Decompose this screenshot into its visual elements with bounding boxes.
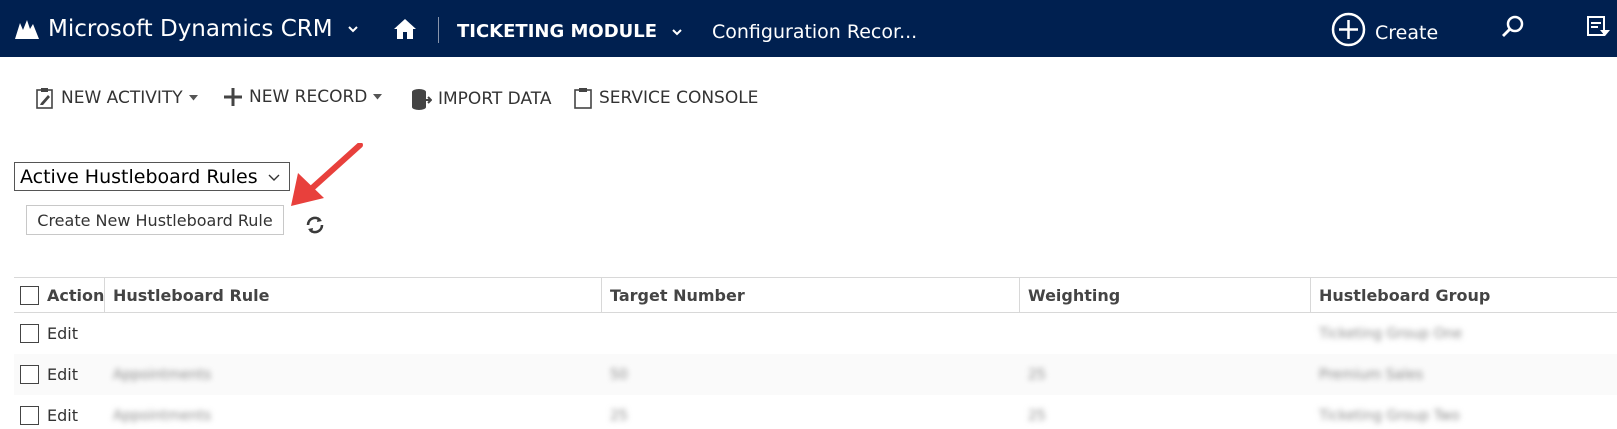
import-data-label: IMPORT DATA — [438, 89, 552, 109]
chevron-down-icon — [348, 26, 358, 33]
create-button-label[interactable]: Create — [1375, 22, 1438, 44]
row-select[interactable]: Edit — [20, 354, 78, 395]
view-selector-value: Active Hustleboard Rules — [20, 165, 258, 188]
command-bar: NEW ACTIVITY NEW RECORD IMPORT DATA SERV… — [0, 57, 1617, 144]
row-checkbox[interactable] — [20, 365, 39, 384]
table-row[interactable]: Edit Ticketing Group One — [14, 313, 1617, 354]
column-action[interactable]: Action — [14, 278, 104, 312]
import-data-button[interactable]: IMPORT DATA — [410, 87, 551, 111]
table-row[interactable]: Edit Appointments 50 25 Premium Sales — [14, 354, 1617, 395]
new-activity-button[interactable]: NEW ACTIVITY — [35, 87, 198, 109]
edit-link[interactable]: Edit — [47, 406, 78, 425]
new-record-label: NEW RECORD — [249, 87, 368, 107]
column-hustleboard-group[interactable]: Hustleboard Group — [1310, 278, 1605, 312]
refresh-icon[interactable] — [304, 214, 326, 236]
database-import-icon — [412, 89, 432, 110]
new-activity-label: NEW ACTIVITY — [61, 88, 183, 108]
create-plus-icon[interactable] — [1331, 12, 1366, 47]
search-icon[interactable] — [1500, 14, 1526, 40]
table-row[interactable]: Edit Appointments 25 25 Ticketing Group … — [14, 395, 1617, 429]
module-menu[interactable]: TICKETING MODULE — [457, 21, 683, 42]
target-cell: 25 — [610, 407, 628, 424]
group-cell: Ticketing Group Two — [1319, 407, 1460, 424]
column-action-label: Action — [47, 285, 105, 305]
column-hustleboard-rule[interactable]: Hustleboard Rule — [104, 278, 601, 312]
breadcrumb[interactable]: Configuration Recor... — [712, 21, 917, 43]
clipboard-icon — [574, 88, 592, 109]
app-title: Microsoft Dynamics CRM — [48, 16, 333, 42]
service-console-label: SERVICE CONSOLE — [599, 88, 759, 108]
annotation-arrow-icon — [291, 143, 363, 206]
rule-cell: Appointments — [113, 407, 212, 424]
create-new-hustleboard-rule-button[interactable]: Create New Hustleboard Rule — [26, 205, 284, 235]
group-cell: Premium Sales — [1319, 366, 1424, 383]
select-all-checkbox[interactable] — [20, 285, 39, 305]
column-weighting[interactable]: Weighting — [1019, 278, 1310, 312]
clipboard-edit-icon — [36, 88, 53, 109]
advanced-find-icon[interactable] — [1586, 14, 1612, 40]
row-checkbox[interactable] — [20, 406, 39, 425]
home-icon[interactable] — [393, 18, 417, 40]
edit-link[interactable]: Edit — [47, 365, 78, 384]
nav-separator — [438, 17, 439, 43]
chevron-down-icon — [268, 174, 280, 181]
weighting-cell: 25 — [1028, 366, 1046, 383]
grid-header: Action Hustleboard Rule Target Number We… — [14, 277, 1617, 313]
module-title: TICKETING MODULE — [457, 21, 658, 42]
edit-link[interactable]: Edit — [47, 324, 78, 343]
caret-down-icon — [373, 94, 383, 100]
rule-cell: Appointments — [113, 366, 212, 383]
group-cell: Ticketing Group One — [1319, 325, 1463, 342]
weighting-cell: 25 — [1028, 407, 1046, 424]
chevron-down-icon — [672, 28, 683, 35]
target-cell: 50 — [610, 366, 628, 383]
row-select[interactable]: Edit — [20, 313, 78, 354]
plus-icon — [224, 88, 242, 106]
top-navigation-bar: Microsoft Dynamics CRM TICKETING MODULE … — [0, 0, 1617, 57]
caret-down-icon — [188, 95, 198, 101]
dynamics-logo-icon — [15, 20, 39, 39]
app-title-menu[interactable]: Microsoft Dynamics CRM — [48, 16, 358, 42]
service-console-button[interactable]: SERVICE CONSOLE — [573, 87, 758, 109]
row-select[interactable]: Edit — [20, 395, 78, 429]
view-selector[interactable]: Active Hustleboard Rules — [14, 162, 290, 191]
column-target-number[interactable]: Target Number — [601, 278, 1019, 312]
new-record-button[interactable]: NEW RECORD — [223, 87, 383, 107]
row-checkbox[interactable] — [20, 324, 39, 343]
